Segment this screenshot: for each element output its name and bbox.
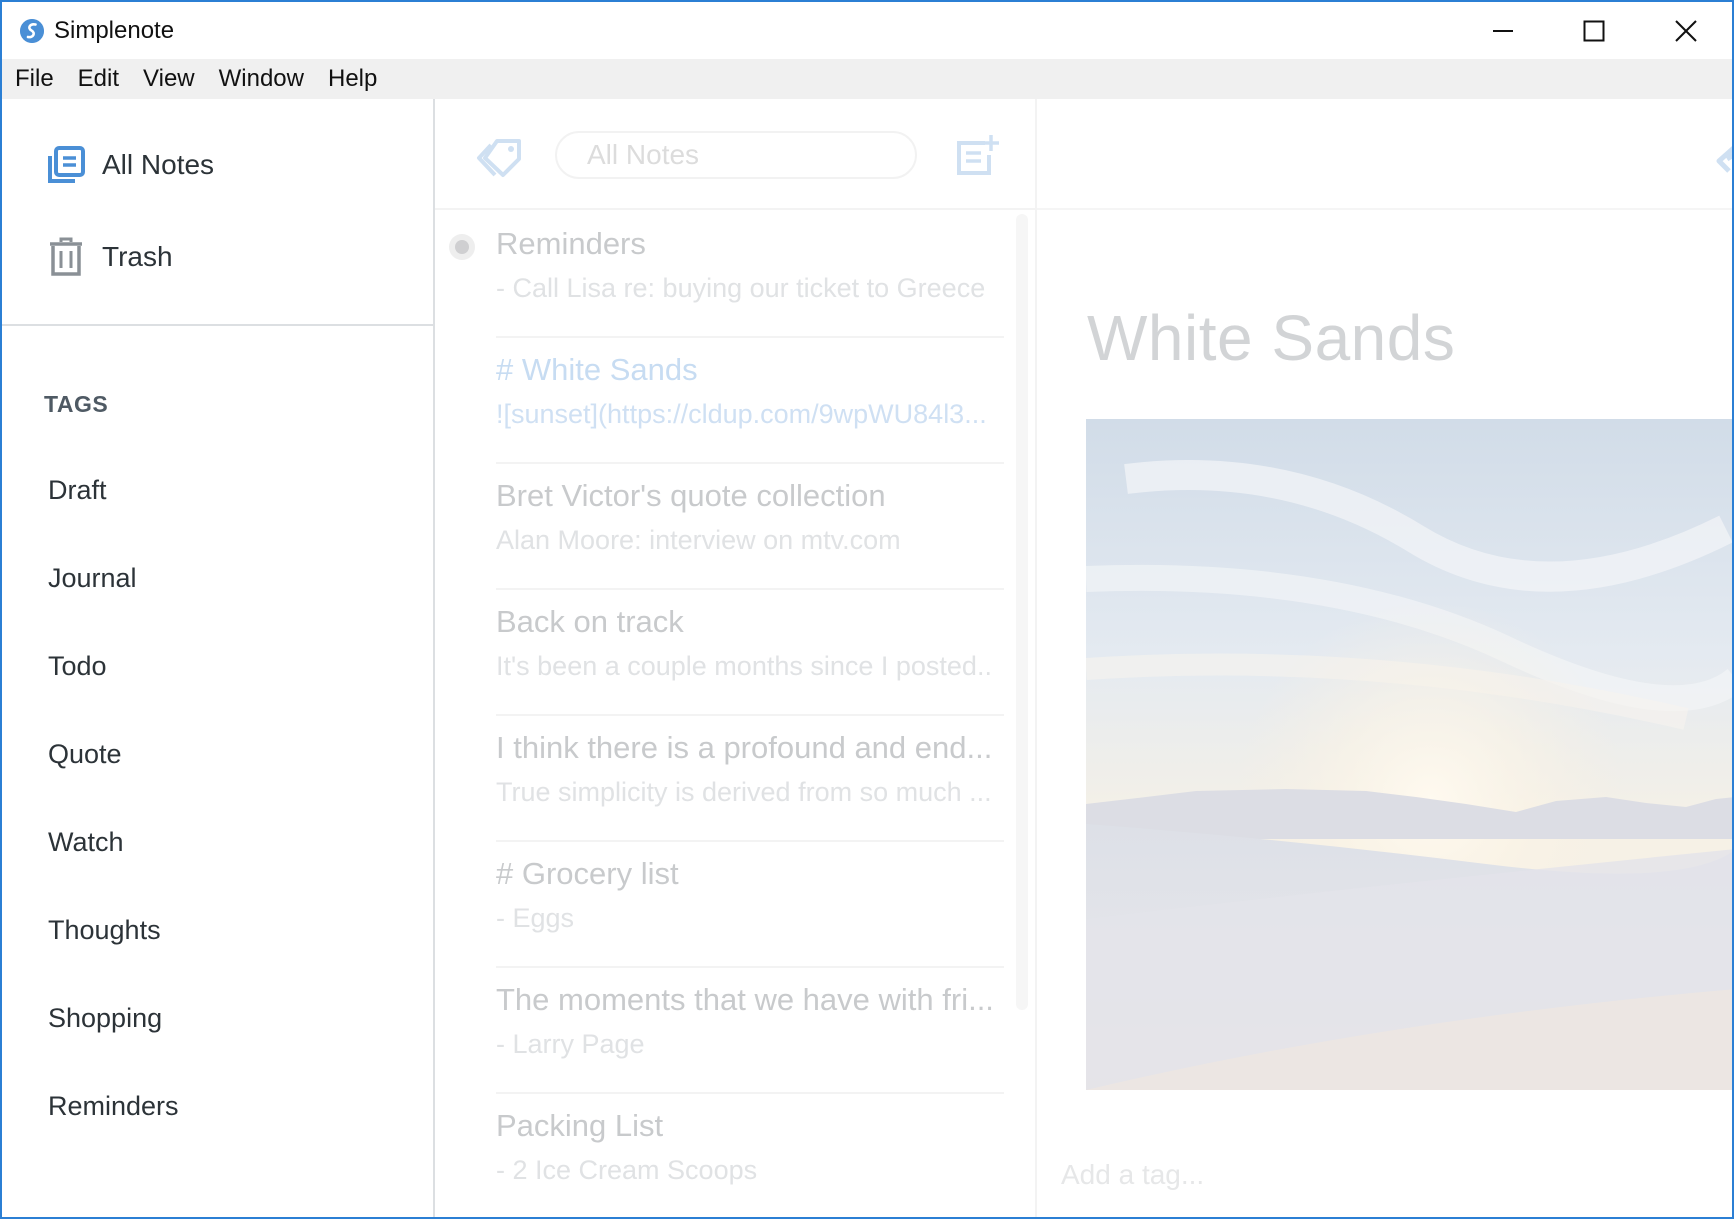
tag-item-thoughts[interactable]: Thoughts — [48, 915, 161, 946]
note-list-item[interactable]: Reminders - Call Lisa re: buying our tic… — [449, 212, 1009, 338]
note-list-item[interactable]: I think there is a profound and end... T… — [496, 716, 1009, 842]
sidebar-item-label: Trash — [102, 241, 173, 272]
title-bar: Simplenote — [2, 2, 1732, 59]
all-notes-icon — [46, 145, 86, 185]
note-list-item[interactable]: Bret Victor's quote collection Alan Moor… — [496, 464, 1009, 590]
note-list-scrollbar[interactable] — [1016, 214, 1028, 1010]
note-list-item[interactable]: The moments that we have with fri... - L… — [496, 968, 1009, 1094]
maximize-icon — [1583, 20, 1605, 41]
note-preview: - Call Lisa re: buying our ticket to Gre… — [496, 273, 986, 303]
close-icon — [1675, 19, 1697, 42]
note-list-item-selected[interactable]: # White Sands ![sunset](https://cldup.co… — [496, 338, 1009, 464]
note-preview: ![sunset](https://cldup.com/9wpWU84l3... — [496, 399, 987, 429]
menu-file[interactable]: File — [15, 65, 54, 93]
note-title-heading[interactable]: White Sands — [1087, 301, 1455, 375]
trash-icon — [46, 237, 86, 277]
tag-item-todo[interactable]: Todo — [48, 651, 107, 682]
menu-edit[interactable]: Edit — [78, 65, 119, 93]
sidebar-item-label: All Notes — [102, 149, 215, 180]
note-list-toolbar — [435, 99, 1035, 210]
note-list-pane: Reminders - Call Lisa re: buying our tic… — [435, 99, 1037, 1217]
note-preview: It's been a couple months since I posted… — [496, 651, 992, 681]
note-title: I think there is a profound and end... — [496, 730, 993, 765]
search-input[interactable] — [555, 131, 917, 179]
note-editor: White Sands — [1037, 99, 1732, 1217]
note-title: Reminders — [496, 226, 646, 261]
note-title: Bret Victor's quote collection — [496, 478, 886, 513]
minimize-button[interactable] — [1457, 2, 1549, 59]
note-title: The moments that we have with fri... — [496, 982, 994, 1017]
tag-item-reminders[interactable]: Reminders — [48, 1091, 179, 1122]
tag-item-watch[interactable]: Watch — [48, 827, 124, 858]
sidebar-divider — [2, 324, 433, 326]
app-window: Simplenote File Edit View Window Help Al… — [0, 0, 1734, 1219]
tag-item-quote[interactable]: Quote — [48, 739, 122, 770]
note-list-item[interactable]: Packing List - 2 Ice Cream Scoops — [496, 1094, 1009, 1217]
minimize-icon — [1493, 29, 1513, 32]
menu-bar: File Edit View Window Help — [2, 59, 1732, 99]
sidebar-item-all-notes[interactable]: All Notes — [46, 145, 214, 185]
note-preview: - Larry Page — [496, 1029, 645, 1059]
new-note-icon — [957, 135, 999, 175]
tag-item-journal[interactable]: Journal — [48, 563, 137, 594]
sidebar-item-trash[interactable]: Trash — [46, 237, 173, 277]
note-title: # Grocery list — [496, 856, 679, 891]
add-tag-input[interactable] — [1061, 1159, 1461, 1191]
note-title: Back on track — [496, 604, 684, 639]
note-image — [1086, 419, 1732, 1090]
note-preview: True simplicity is derived from so much … — [496, 777, 992, 807]
tags-heading: TAGS — [44, 391, 109, 417]
note-title: Packing List — [496, 1108, 664, 1143]
pinned-indicator-icon[interactable] — [449, 234, 475, 260]
note-list-item[interactable]: # Grocery list - Eggs — [496, 842, 1009, 968]
window-title: Simplenote — [54, 17, 175, 44]
maximize-button[interactable] — [1548, 2, 1640, 59]
note-preview: Alan Moore: interview on mtv.com — [496, 525, 901, 555]
note-title: # White Sands — [496, 352, 698, 387]
tag-item-draft[interactable]: Draft — [48, 475, 107, 506]
note-preview: - 2 Ice Cream Scoops — [496, 1155, 758, 1185]
sidebar: All Notes Trash TAGS Draft Journal Todo … — [2, 99, 435, 1217]
menu-window[interactable]: Window — [219, 65, 304, 93]
info-icon[interactable] — [1713, 139, 1732, 179]
new-note-button[interactable] — [955, 133, 1005, 183]
editor-toolbar — [1037, 99, 1732, 210]
note-preview: - Eggs — [496, 903, 575, 933]
tags-toggle-button[interactable] — [475, 135, 535, 185]
menu-view[interactable]: View — [143, 65, 195, 93]
tag-item-shopping[interactable]: Shopping — [48, 1003, 162, 1034]
simplenote-logo-icon — [20, 19, 44, 43]
tag-icon — [477, 139, 521, 177]
note-list-item[interactable]: Back on track It's been a couple months … — [496, 590, 1009, 716]
menu-help[interactable]: Help — [328, 65, 377, 93]
close-button[interactable] — [1640, 2, 1732, 59]
